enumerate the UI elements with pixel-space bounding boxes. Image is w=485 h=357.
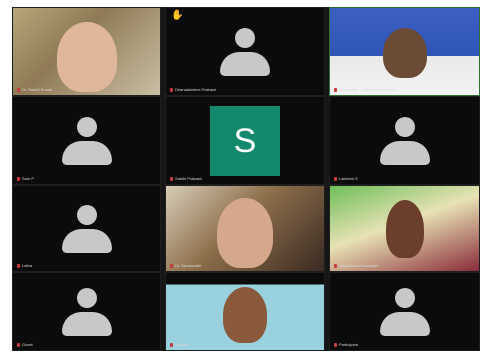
muted-mic-icon [334,263,337,268]
participant-name-label: Dr. Santhi Kumar [17,87,52,93]
participant-name: Gunasekar ‑ Karthikeyan Media [339,87,396,92]
participant-tile[interactable]: Dr. Saraswathi [165,185,325,272]
muted-mic-icon [17,176,20,181]
raised-hand-icon: ✋ [171,10,184,21]
video-gallery-grid: Dr. Santhi Kumar ✋ Dhanalakshmi Prakash Gun… [12,7,480,351]
person-placeholder-icon [220,27,270,76]
muted-mic-icon [334,342,337,347]
person-placeholder-icon [61,204,112,253]
participant-name-label: Participant [334,342,358,348]
participant-tile[interactable]: Gunasekar ‑ Karthikeyan Media [329,7,480,96]
participant-name: Student [175,342,189,347]
participant-tile[interactable]: Dr. Santhi Kumar [12,7,161,96]
participant-name-label: Lakshmi S [334,176,358,182]
participant-tile[interactable]: Jayalakshmi Arunagiri [329,185,480,272]
participant-name-label: Sakthi Prakash [170,176,202,182]
participant-name-label: Dhanalakshmi Prakash [170,87,216,93]
muted-mic-icon [17,263,20,268]
participant-name: Sakthi Prakash [175,176,202,181]
muted-mic-icon [334,87,337,92]
muted-mic-icon [170,87,173,92]
muted-mic-icon [170,263,173,268]
participant-tile[interactable]: Sam P [12,96,161,185]
participant-name: Jayalakshmi Arunagiri [339,263,378,268]
participant-tile[interactable]: S Sakthi Prakash [165,96,325,185]
participant-tile[interactable]: Student [165,272,325,351]
participant-name: Lakshmi S [339,176,358,181]
person-placeholder-icon [61,116,112,165]
participant-tile[interactable]: Lakshmi S [329,96,480,185]
participant-name: Guest [22,342,33,347]
muted-mic-icon [17,342,20,347]
participant-name: Sam P [22,176,35,181]
participant-tile[interactable]: Participant [329,272,480,351]
participant-tile[interactable]: Latha [12,185,161,272]
participant-name: Dhanalakshmi Prakash [175,87,217,92]
participant-name-label: Guest [17,342,33,348]
letter-avatar: S [210,105,280,176]
participant-video [13,8,160,95]
participant-name: Dr. Santhi Kumar [22,87,53,92]
participant-tile[interactable]: ✋ Dhanalakshmi Prakash [165,7,325,96]
person-placeholder-icon [379,287,430,336]
muted-mic-icon [17,87,20,92]
participant-name-label: Jayalakshmi Arunagiri [334,263,378,269]
participant-name: Participant [339,342,358,347]
participant-video [330,186,479,271]
participant-name: Latha [22,263,33,268]
participant-name-label: Gunasekar ‑ Karthikeyan Media [334,87,395,93]
participant-video [166,186,324,271]
muted-mic-icon [170,342,173,347]
participant-video [166,273,324,350]
participant-name: Dr. Saraswathi [175,263,202,268]
muted-mic-icon [334,176,337,181]
participant-tile[interactable]: Guest [12,272,161,351]
participant-name-label: Dr. Saraswathi [170,263,201,269]
participant-name-label: Sam P [17,176,34,182]
participant-name-label: Student [170,342,189,348]
participant-video [330,8,479,95]
person-placeholder-icon [61,287,112,336]
participant-name-label: Latha [17,263,32,269]
muted-mic-icon [170,176,173,181]
person-placeholder-icon [379,116,430,165]
